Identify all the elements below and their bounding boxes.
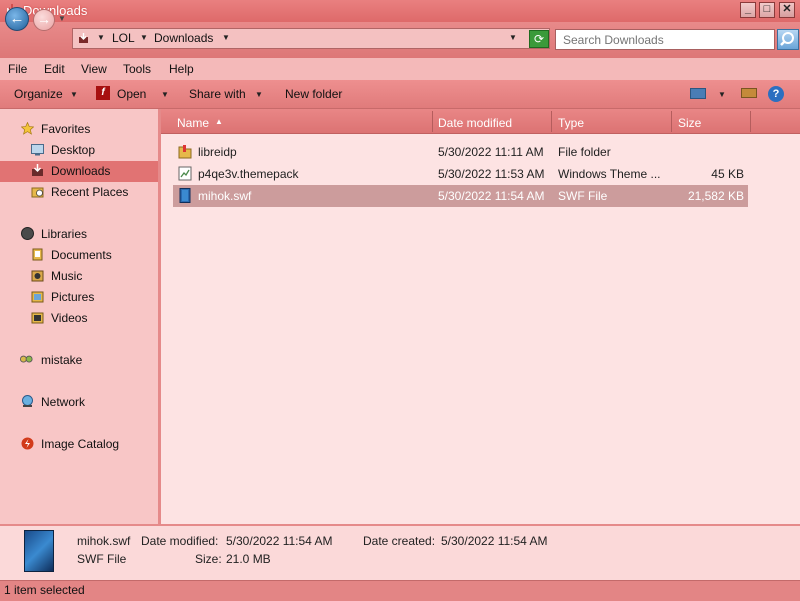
sidebar-item-recent-places[interactable]: Recent Places	[51, 185, 128, 199]
sort-ascending-icon: ▲	[215, 117, 223, 126]
sidebar-item-documents[interactable]: Documents	[51, 248, 112, 262]
menu-file[interactable]: File	[8, 62, 27, 76]
preview-pane-icon[interactable]	[741, 88, 757, 98]
file-date-modified: 5/30/2022 11:54 AM	[438, 189, 545, 203]
maximize-button[interactable]: □	[759, 2, 775, 18]
downloads-location-icon	[79, 33, 88, 43]
image-catalog-icon	[21, 437, 34, 450]
forward-button[interactable]: →	[33, 9, 55, 31]
star-icon	[21, 122, 34, 135]
minimize-button[interactable]: _	[740, 2, 756, 18]
sidebar-item-downloads[interactable]: Downloads	[51, 164, 110, 178]
videos-icon	[31, 312, 44, 324]
details-modified-value: 5/30/2022 11:54 AM	[226, 534, 333, 548]
menu-help[interactable]: Help	[169, 62, 194, 76]
column-separator[interactable]	[432, 111, 433, 132]
sidebar-item-pictures[interactable]: Pictures	[51, 290, 94, 304]
organize-button[interactable]: Organize	[14, 87, 63, 101]
swf-file-icon	[179, 188, 191, 203]
help-icon[interactable]: ?	[768, 86, 784, 102]
new-folder-button[interactable]: New folder	[285, 87, 342, 101]
music-icon	[31, 270, 44, 282]
share-with-button[interactable]: Share with	[189, 87, 246, 101]
close-button[interactable]: ✕	[779, 2, 795, 18]
homegroup-icon	[20, 355, 33, 363]
pictures-icon	[31, 291, 44, 303]
search-input[interactable]	[555, 29, 775, 50]
details-file-type: SWF File	[77, 552, 127, 566]
file-size: 45 KB	[711, 167, 744, 181]
recent-pages-dropdown[interactable]: ▼	[58, 14, 66, 23]
theme-file-icon	[178, 166, 192, 181]
sidebar-item-videos[interactable]: Videos	[51, 311, 87, 325]
file-name: libreidp	[198, 145, 237, 159]
search-icon	[780, 32, 794, 46]
downloads-icon	[32, 164, 43, 176]
sidebar-item-music[interactable]: Music	[51, 269, 82, 283]
file-type: File folder	[558, 145, 611, 159]
libraries-icon	[21, 227, 34, 240]
sidebar-network[interactable]: Network	[41, 395, 85, 409]
column-size[interactable]: Size	[678, 116, 701, 130]
details-size-label: Size:	[195, 552, 222, 566]
breadcrumb-downloads[interactable]: Downloads	[154, 31, 213, 45]
documents-icon	[32, 248, 43, 261]
desktop-icon	[31, 144, 44, 156]
menu-view[interactable]: View	[81, 62, 107, 76]
open-button[interactable]: Open	[117, 87, 146, 101]
details-created-label: Date created:	[363, 534, 436, 548]
organize-dropdown-icon: ▼	[70, 90, 78, 99]
open-dropdown-icon[interactable]: ▼	[161, 90, 169, 99]
file-type: SWF File	[558, 189, 608, 203]
file-name: mihok.swf	[198, 189, 252, 203]
menu-tools[interactable]: Tools	[123, 62, 151, 76]
details-modified-label: Date modified:	[141, 534, 219, 548]
search-button[interactable]	[777, 29, 799, 50]
menu-bar	[0, 58, 800, 80]
file-date-modified: 5/30/2022 11:53 AM	[438, 167, 545, 181]
view-dropdown-icon[interactable]: ▼	[718, 90, 726, 99]
status-text: 1 item selected	[4, 583, 85, 597]
flash-icon: f	[96, 86, 110, 100]
address-dropdown[interactable]: ▼	[509, 33, 517, 42]
refresh-button[interactable]: ⟳	[529, 30, 549, 48]
folder-icon	[178, 145, 192, 159]
swf-file-icon	[24, 530, 54, 572]
sidebar-favorites[interactable]: Favorites	[41, 122, 90, 136]
details-file-name: mihok.swf	[77, 534, 131, 548]
column-separator[interactable]	[671, 111, 672, 132]
network-icon	[22, 395, 33, 407]
column-separator[interactable]	[750, 111, 751, 132]
column-name[interactable]: Name	[177, 116, 209, 130]
sidebar-libraries[interactable]: Libraries	[41, 227, 87, 241]
sidebar-mistake[interactable]: mistake	[41, 353, 82, 367]
recent-places-icon	[31, 187, 44, 198]
title-bar	[0, 0, 800, 22]
share-dropdown-icon: ▼	[255, 90, 263, 99]
breadcrumb-arrow-root[interactable]: ▼	[97, 33, 105, 42]
sidebar-item-desktop[interactable]: Desktop	[51, 143, 95, 157]
back-button[interactable]: ←	[5, 7, 29, 31]
change-view-icon[interactable]	[690, 88, 706, 99]
column-date-modified[interactable]: Date modified	[438, 116, 512, 130]
status-bar	[0, 580, 800, 601]
column-type[interactable]: Type	[558, 116, 584, 130]
breadcrumb-lol[interactable]: LOL	[112, 31, 135, 45]
breadcrumb-arrow-downloads[interactable]: ▼	[222, 33, 230, 42]
file-type: Windows Theme ...	[558, 167, 661, 181]
file-date-modified: 5/30/2022 11:11 AM	[438, 145, 544, 159]
details-size-value: 21.0 MB	[226, 552, 271, 566]
file-name: p4qe3v.themepack	[198, 167, 299, 181]
menu-edit[interactable]: Edit	[44, 62, 65, 76]
breadcrumb-arrow-lol[interactable]: ▼	[140, 33, 148, 42]
file-size: 21,582 KB	[687, 189, 744, 203]
column-separator[interactable]	[551, 111, 552, 132]
details-created-value: 5/30/2022 11:54 AM	[441, 534, 548, 548]
sidebar-image-catalog[interactable]: Image Catalog	[41, 437, 119, 451]
